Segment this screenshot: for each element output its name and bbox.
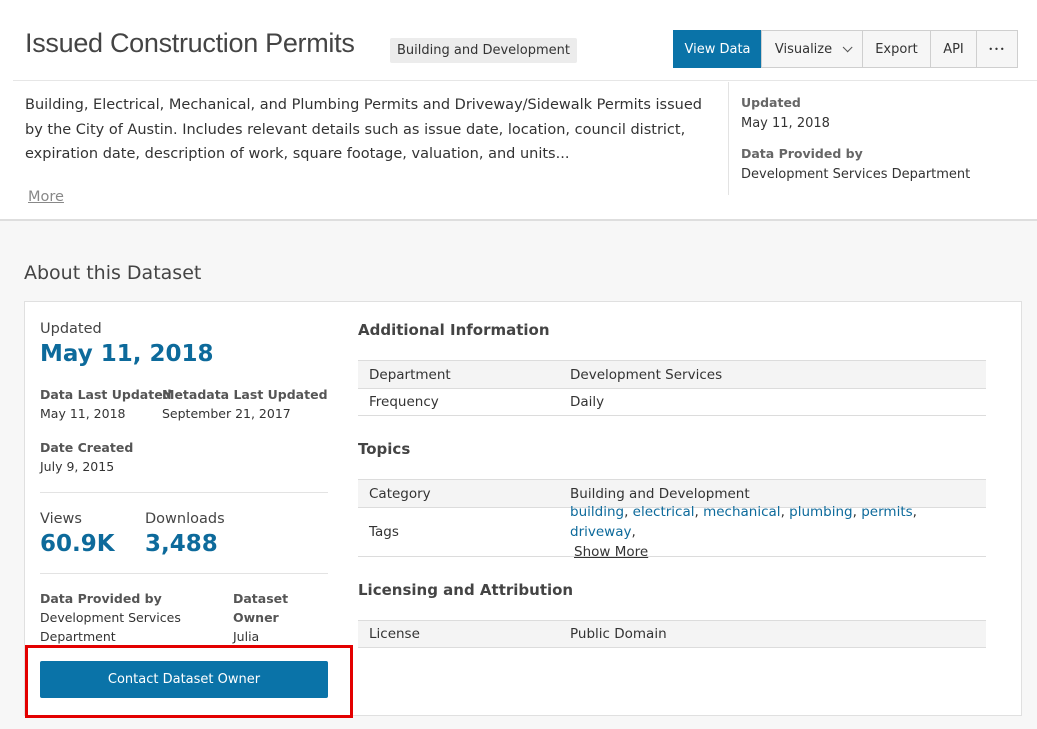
header-divider [13,80,1037,81]
provided-by-label: Data Provided by [741,146,863,161]
about-title: About this Dataset [24,262,202,284]
about-provided-by-label: Data Provided by [40,591,162,606]
tag-link[interactable]: building [570,504,624,520]
licensing-title: Licensing and Attribution [358,581,574,599]
topics-title: Topics [358,440,411,458]
dataset-description: Building, Electrical, Mechanical, and Pl… [25,97,702,162]
row-value: Public Domain [570,626,667,642]
more-dots-icon: ••• [988,44,1006,54]
visualize-label: Visualize [774,41,833,57]
row-key: License [369,626,420,642]
api-button[interactable]: API [930,30,977,68]
table-row: License Public Domain [358,620,986,648]
downloads-label: Downloads [145,511,225,527]
more-link[interactable]: More [28,189,64,205]
tag-link[interactable]: electrical [633,504,695,520]
about-updated-label: Updated [40,321,102,337]
row-key: Category [369,485,431,502]
row-key: Frequency [369,394,439,410]
left-divider [40,492,328,493]
chevron-down-icon [842,41,853,52]
data-last-updated-value: May 11, 2018 [40,406,126,421]
licensing-table: License Public Domain [358,620,986,648]
table-row: Frequency Daily [358,388,986,416]
tag-link[interactable]: driveway [570,524,631,540]
export-button[interactable]: Export [862,30,931,68]
metadata-last-updated-label: Metadata Last Updated [162,387,328,402]
views-label: Views [40,511,82,527]
header-toolbar: View Data Visualize Export API ••• [673,30,1018,68]
tag-link[interactable]: permits [861,504,912,520]
tag-link[interactable]: plumbing [789,504,852,520]
row-key: Department [369,366,451,383]
left-divider-2 [40,573,328,574]
metadata-last-updated-value: September 21, 2017 [162,406,291,421]
page-title: Issued Construction Permits [25,28,355,58]
dataset-owner-value: Julia [233,629,260,644]
about-provided-by-value-2: Department [40,629,116,644]
category-badge[interactable]: Building and Development [390,38,577,63]
row-value: Development Services [570,366,723,383]
updated-label: Updated [741,95,801,110]
updated-value: May 11, 2018 [741,116,830,131]
provided-by-value: Development Services Department [741,167,971,182]
downloads-value: 3,488 [145,531,218,557]
tags-list: building, electrical, mechanical, plumbi… [570,504,917,560]
highlight-box [25,645,353,718]
show-more-link[interactable]: Show More [574,544,648,560]
dataset-owner-label-2: Owner [233,610,279,625]
table-row: Department Development Services [358,360,986,388]
about-provided-by-value: Development Services [40,610,181,625]
date-created-label: Date Created [40,440,134,455]
visualize-button[interactable]: Visualize [761,30,863,68]
dataset-owner-label: Dataset [233,591,289,606]
additional-info-table: Department Development Services Frequenc… [358,360,986,416]
data-last-updated-label: Data Last Updated [40,387,172,402]
topics-table: Category Building and Development Tags b… [358,479,986,560]
views-value: 60.9K [40,531,115,557]
tag-link[interactable]: mechanical [703,504,780,520]
additional-info-title: Additional Information [358,321,550,339]
view-data-button[interactable]: View Data [673,30,762,68]
more-options-button[interactable]: ••• [976,30,1018,68]
table-row: Tags building, electrical, mechanical, p… [358,504,986,560]
date-created-value: July 9, 2015 [40,459,115,474]
row-key: Tags [369,524,399,540]
meta-divider [728,82,729,195]
row-value: Daily [570,394,605,410]
about-updated-value: May 11, 2018 [40,341,214,367]
